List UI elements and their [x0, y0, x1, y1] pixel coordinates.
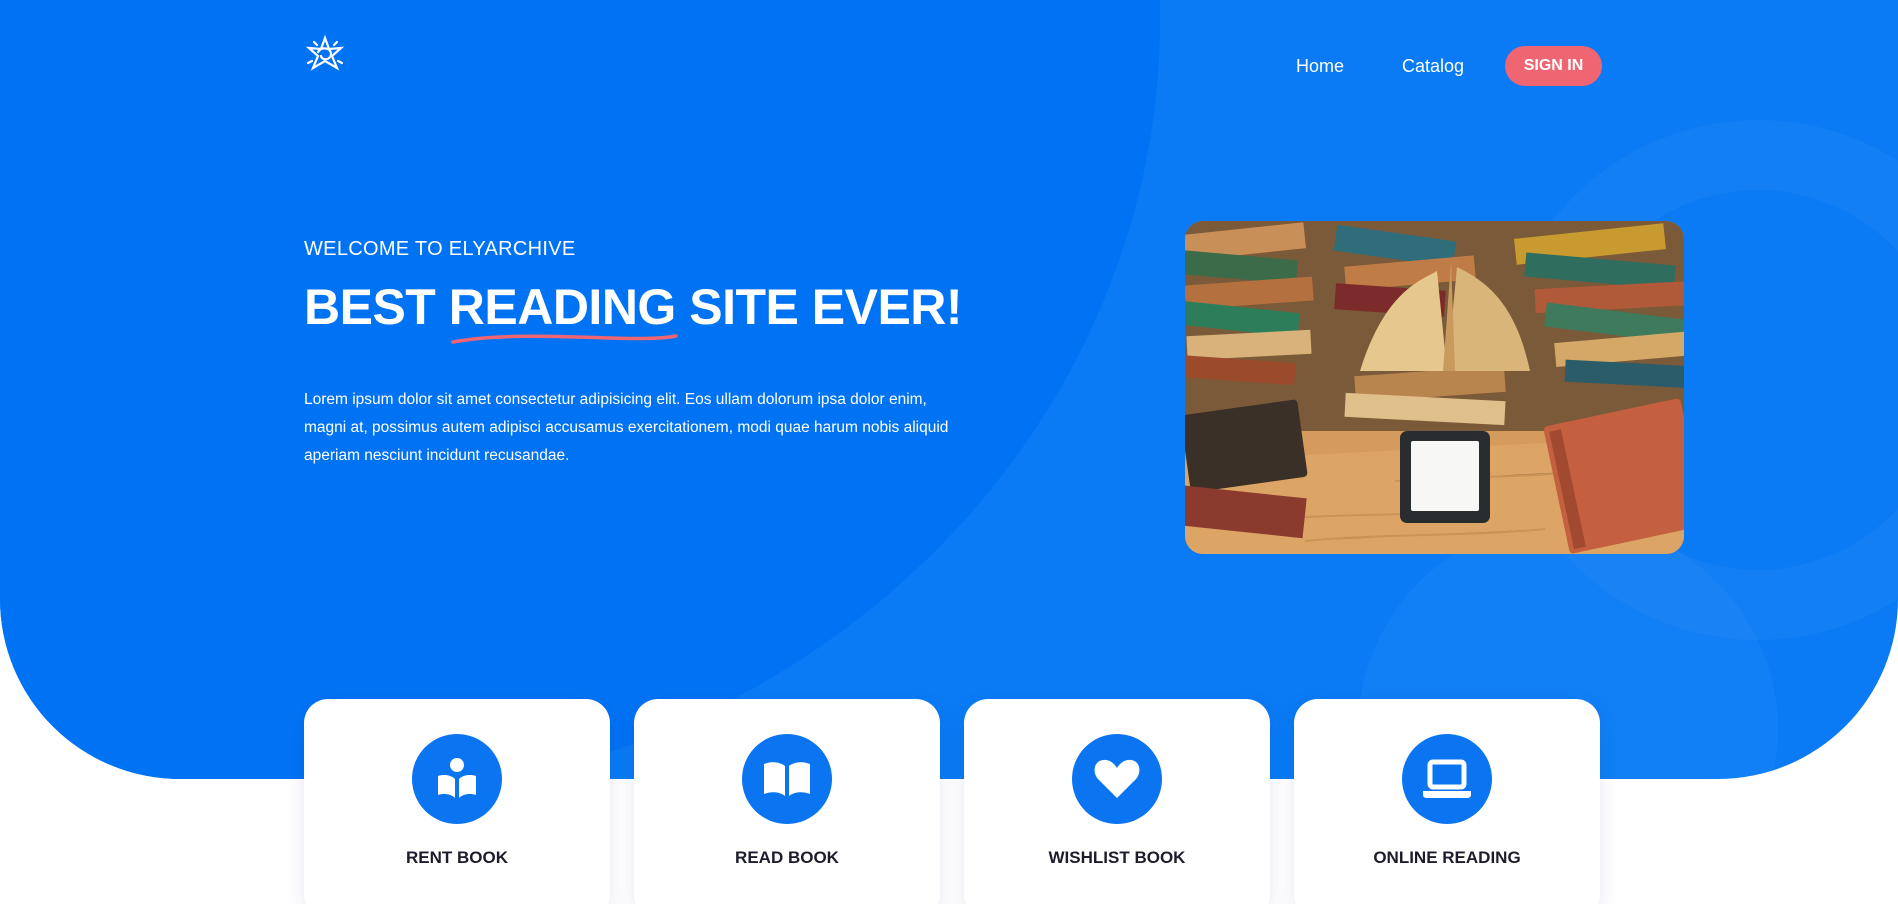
main-nav: Home Catalog SIGN IN — [1180, 46, 1898, 86]
heart-icon — [1072, 734, 1162, 824]
books-and-ereader-photo — [1185, 221, 1684, 554]
headline-part: SITE EVER! — [675, 279, 963, 335]
feature-card-wishlist-book[interactable]: WISHLIST BOOK — [964, 699, 1270, 904]
laptop-icon — [1402, 734, 1492, 824]
headline-part: BEST — [304, 279, 449, 335]
star-spiral-logo-icon[interactable] — [304, 34, 346, 76]
feature-card-title: READ BOOK — [735, 848, 839, 867]
feature-card-online-reading[interactable]: ONLINE READING — [1294, 699, 1600, 904]
feature-card-title: ONLINE READING — [1373, 848, 1521, 867]
nav-home-link[interactable]: Home — [1296, 56, 1344, 77]
headline-highlight: READING — [448, 278, 678, 344]
open-book-icon — [742, 734, 832, 824]
landing-page: Home Catalog SIGN IN WELCOME TO ELYARCHI… — [0, 0, 1898, 904]
sign-in-button[interactable]: SIGN IN — [1505, 46, 1602, 86]
feature-card-read-book[interactable]: READ BOOK — [634, 699, 940, 904]
underline-stroke-icon — [451, 334, 678, 344]
nav-catalog-link[interactable]: Catalog — [1402, 56, 1464, 77]
headline-highlight-text: READING — [448, 279, 677, 335]
feature-card-title: RENT BOOK — [406, 848, 508, 867]
book-reader-icon — [412, 734, 502, 824]
feature-card-title: WISHLIST BOOK — [1048, 848, 1186, 867]
hero-headline: BEST READING SITE EVER! — [304, 278, 963, 344]
hero-eyebrow: WELCOME TO ELYARCHIVE — [304, 238, 576, 260]
feature-card-rent-book[interactable]: RENT BOOK — [304, 699, 610, 904]
hero-paragraph: Lorem ipsum dolor sit amet consectetur a… — [304, 391, 949, 464]
